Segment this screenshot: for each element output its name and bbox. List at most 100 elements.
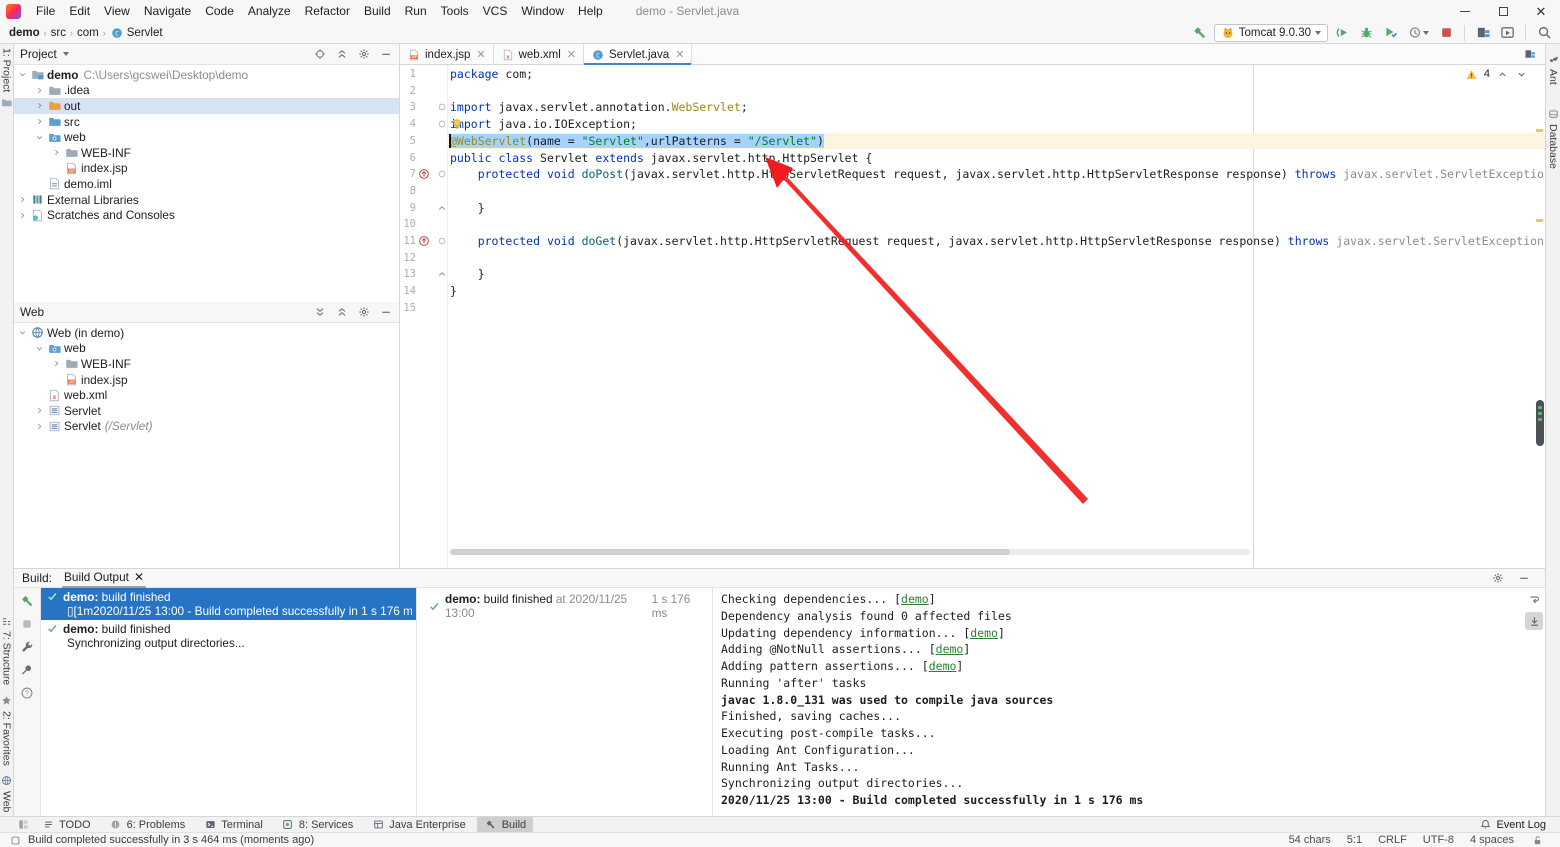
collapse-all-icon[interactable] (335, 47, 349, 61)
gear-icon[interactable] (357, 47, 371, 61)
tab-index-jsp[interactable]: JSPindex.jsp✕ (400, 44, 494, 65)
fold-circle-icon[interactable] (435, 100, 449, 114)
pin-icon[interactable] (20, 663, 34, 677)
collapse-all-icon[interactable] (335, 305, 349, 319)
stripe-button-ant[interactable]: Ant (1546, 48, 1560, 89)
stripe-button-web[interactable]: Web (0, 770, 14, 816)
chevron-right-icon[interactable] (52, 359, 64, 368)
menu-edit[interactable]: Edit (62, 0, 97, 22)
status-widget-4-spaces[interactable]: 4 spaces (1470, 834, 1514, 846)
menu-file[interactable]: File (29, 0, 62, 22)
warning-stripe-mark[interactable] (1536, 219, 1543, 222)
code-line-14[interactable]: } (450, 283, 457, 300)
build-summary-row[interactable]: demo: build finished at 2020/11/25 13:00… (417, 588, 712, 620)
fold-circle-icon[interactable] (435, 234, 449, 248)
expand-all-icon[interactable] (313, 305, 327, 319)
build-event-row[interactable]: demo: build finishedSynchronizing output… (41, 620, 416, 652)
editor-scrollbar-thumb[interactable] (1536, 400, 1544, 446)
tab-web-xml[interactable]: xweb.xml✕ (494, 44, 584, 65)
minimize-button[interactable] (1446, 0, 1484, 22)
tree-item-web-inf[interactable]: WEB-INF (14, 145, 399, 161)
tree-item-demo-iml[interactable]: demo.iml (14, 176, 399, 192)
prev-warning-icon[interactable] (1495, 67, 1509, 81)
build-event-row[interactable]: demo: build finished▯[1m2020/11/25 13:00… (41, 588, 416, 620)
gear-icon[interactable] (357, 305, 371, 319)
chevron-down-icon[interactable] (63, 52, 69, 56)
menu-view[interactable]: View (97, 0, 137, 22)
editor-horizontal-scrollbar[interactable] (450, 549, 1250, 555)
stripe-button-7-structure[interactable]: 7: Structure (0, 610, 14, 689)
tree-item-demo[interactable]: demoC:\Users\gcswei\Desktop\demo (14, 67, 399, 83)
menu-build[interactable]: Build (357, 0, 398, 22)
build-hammer-button[interactable] (1190, 23, 1210, 43)
menu-window[interactable]: Window (514, 0, 571, 22)
tree-item-web[interactable]: web (14, 129, 399, 145)
status-widget-54-chars[interactable]: 54 chars (1289, 834, 1331, 846)
search-button[interactable] (1534, 23, 1554, 43)
window-switcher-icon[interactable] (16, 818, 30, 832)
tool-window-button-terminal[interactable]: Terminal (196, 817, 270, 833)
code-line-1[interactable]: package com; (450, 66, 533, 83)
tree-item-web-xml[interactable]: xweb.xml (14, 387, 399, 403)
run-configuration-select[interactable]: Tomcat 9.0.30 (1214, 24, 1328, 42)
close-icon[interactable]: ✕ (567, 48, 576, 61)
close-icon[interactable]: ✕ (675, 48, 684, 61)
run-console-button[interactable] (1497, 23, 1517, 43)
event-log-button[interactable]: Event Log (1478, 818, 1546, 832)
tool-window-button-6-problems[interactable]: 6: Problems (102, 817, 193, 833)
status-widget-crlf[interactable]: CRLF (1378, 834, 1407, 846)
tree-item-idea[interactable]: .idea (14, 83, 399, 99)
code-line-6[interactable]: public class Servlet extends javax.servl… (450, 150, 872, 167)
tree-item-servlet[interactable]: Servlet(/Servlet) (14, 419, 399, 435)
chevron-down-icon[interactable] (18, 70, 30, 79)
chevron-right-icon[interactable] (35, 117, 47, 126)
chevron-down-icon[interactable] (18, 328, 30, 337)
tool-window-button-build[interactable]: Build (477, 817, 533, 833)
next-warning-icon[interactable] (1514, 67, 1528, 81)
code-line-11[interactable]: protected void doGet(javax.servlet.http.… (450, 233, 1545, 250)
stripe-button-2-favorites[interactable]: 2: Favorites (0, 690, 14, 770)
tool-window-button-java-enterprise[interactable]: Java Enterprise (364, 817, 472, 833)
warning-stripe-mark[interactable] (1536, 129, 1543, 132)
menu-code[interactable]: Code (198, 0, 241, 22)
breadcrumb-item-src[interactable]: src (48, 27, 69, 39)
menu-help[interactable]: Help (571, 0, 610, 22)
menu-refactor[interactable]: Refactor (298, 0, 357, 22)
menu-vcs[interactable]: VCS (476, 0, 515, 22)
menu-analyze[interactable]: Analyze (241, 0, 298, 22)
maximize-button[interactable] (1484, 0, 1522, 22)
menu-navigate[interactable]: Navigate (137, 0, 198, 22)
tree-item-web-inf[interactable]: WEB-INF (14, 356, 399, 372)
code-line-5[interactable]: @WebServlet(name = "Servlet",urlPatterns… (450, 133, 824, 150)
tool-window-button-8-services[interactable]: 8: Services (274, 817, 360, 833)
console-link[interactable]: demo (970, 626, 998, 640)
debug-button[interactable] (1356, 23, 1376, 43)
hammer-green-icon[interactable] (20, 594, 34, 608)
tree-item-index-jsp[interactable]: JSPindex.jsp (14, 372, 399, 388)
code-line-13[interactable]: } (450, 266, 485, 283)
chevron-right-icon[interactable] (35, 101, 47, 110)
chevron-right-icon[interactable] (35, 406, 47, 415)
tree-item-index-jsp[interactable]: JSPindex.jsp (14, 161, 399, 177)
code-line-3[interactable]: import javax.servlet.annotation.WebServl… (450, 99, 748, 116)
tool-window-button-todo[interactable]: TODO (34, 817, 98, 833)
minimize-icon[interactable] (1517, 571, 1531, 585)
minimize-icon[interactable] (379, 305, 393, 319)
fold-circle-icon[interactable] (435, 117, 449, 131)
chevron-down-icon[interactable] (35, 344, 47, 353)
run-button[interactable] (1332, 23, 1352, 43)
stripe-button-1-project[interactable]: 1: Project (0, 44, 14, 113)
menu-tools[interactable]: Tools (434, 0, 476, 22)
code-editor[interactable]: 1package com;23import javax.servlet.anno… (400, 65, 1545, 568)
gear-icon[interactable] (1491, 571, 1505, 585)
tree-item-web-in-demo[interactable]: Web (in demo) (14, 325, 399, 341)
fold-circle-icon[interactable] (435, 167, 449, 181)
status-widget-utf-8[interactable]: UTF-8 (1423, 834, 1454, 846)
code-line-9[interactable]: } (450, 200, 485, 217)
status-widget-5-1[interactable]: 5:1 (1347, 834, 1362, 846)
project-layout-button[interactable] (1473, 23, 1493, 43)
breadcrumb-item-com[interactable]: com (74, 27, 102, 39)
chevron-right-icon[interactable] (35, 86, 47, 95)
tab-build-output[interactable]: Build Output ✕ (62, 568, 146, 588)
tree-item-web[interactable]: web (14, 341, 399, 357)
